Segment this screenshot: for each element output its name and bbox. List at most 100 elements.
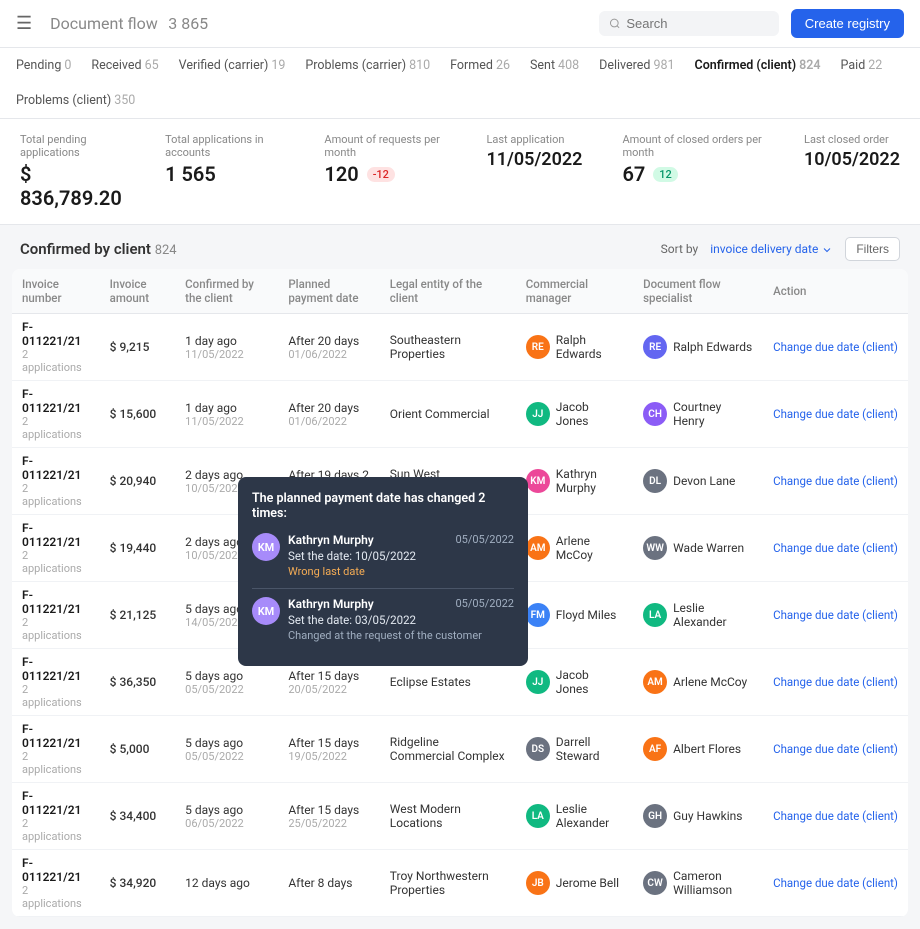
filters-button[interactable]: Filters: [845, 237, 900, 261]
action-cell[interactable]: Change due date (client): [763, 649, 908, 716]
manager-cell: JJJacob Jones: [516, 649, 633, 716]
popup-content: Kathryn Murphy 05/05/2022 Set the date: …: [288, 597, 514, 642]
column-header: Confirmed by the client: [175, 269, 278, 314]
specialist-cell: AMArlene McCoy: [633, 649, 763, 716]
manager-cell: JJJacob Jones: [516, 381, 633, 448]
payment-date-cell: After 8 days: [278, 850, 379, 917]
popup-item: KM Kathryn Murphy 05/05/2022 Set the dat…: [252, 597, 514, 642]
stat-item: Total applications in accounts1 565: [165, 133, 284, 210]
payment-date-cell: After 20 days01/06/2022: [278, 381, 379, 448]
invoice-number-cell: F-011221/212 applications: [12, 716, 100, 783]
table-row: F-011221/212 applications$ 5,0005 days a…: [12, 716, 908, 783]
search-input[interactable]: [626, 16, 768, 31]
column-header: Document flow specialist: [633, 269, 763, 314]
action-cell[interactable]: Change due date (client): [763, 381, 908, 448]
column-header: Commercial manager: [516, 269, 633, 314]
invoice-amount-cell: $ 34,400: [100, 783, 176, 850]
legal-entity-cell: Ridgeline Commercial Complex: [380, 716, 516, 783]
stat-item: Last application11/05/2022: [486, 133, 582, 210]
action-cell[interactable]: Change due date (client): [763, 515, 908, 582]
stat-item: Amount of requests per month120-12: [324, 133, 446, 210]
action-cell[interactable]: Change due date (client): [763, 783, 908, 850]
popup-action: Set the date: 03/05/2022: [288, 613, 514, 627]
legal-entity-cell: West Modern Locations: [380, 783, 516, 850]
tab-pending[interactable]: Pending0: [16, 58, 71, 73]
invoice-amount-cell: $ 5,000: [100, 716, 176, 783]
specialist-cell: WWWade Warren: [633, 515, 763, 582]
invoice-amount-cell: $ 36,350: [100, 649, 176, 716]
page-title: Document flow 3 865: [44, 13, 587, 34]
specialist-cell: GHGuy Hawkins: [633, 783, 763, 850]
action-cell[interactable]: Change due date (client): [763, 582, 908, 649]
invoice-amount-cell: $ 20,940: [100, 448, 176, 515]
manager-cell: DSDarrell Steward: [516, 716, 633, 783]
tabs-bar: Pending0 Received65 Verified (carrier)19 Pr…: [0, 48, 920, 119]
column-header: Invoice amount: [100, 269, 176, 314]
popup-avatar: KM: [252, 597, 280, 625]
popup-date: 05/05/2022: [455, 597, 514, 611]
table-row: F-011221/212 applications$ 9,2151 day ag…: [12, 314, 908, 381]
search-icon: [609, 17, 621, 30]
stat-item: Total pending applications$ 836,789.20: [20, 133, 125, 210]
popup-user-name: Kathryn Murphy: [288, 533, 374, 547]
sort-value[interactable]: invoice delivery date: [710, 242, 833, 256]
invoice-number-cell: F-011221/212 applications: [12, 314, 100, 381]
invoice-number-cell: F-011221/212 applications: [12, 582, 100, 649]
popup-note: Wrong last date: [288, 565, 514, 578]
create-registry-button[interactable]: Create registry: [791, 9, 904, 38]
confirmed-date-cell: 12 days ago: [175, 850, 278, 917]
payment-date-cell: After 15 days25/05/2022: [278, 783, 379, 850]
stat-item: Amount of closed orders per month6712: [622, 133, 764, 210]
popup-date: 05/05/2022: [455, 533, 514, 547]
table-row: F-011221/212 applications$ 34,4005 days …: [12, 783, 908, 850]
invoice-amount-cell: $ 34,920: [100, 850, 176, 917]
manager-cell: KMKathryn Murphy: [516, 448, 633, 515]
invoice-amount-cell: $ 21,125: [100, 582, 176, 649]
confirmed-date-cell: 1 day ago11/05/2022: [175, 314, 278, 381]
legal-entity-cell: Southeastern Properties: [380, 314, 516, 381]
legal-entity-cell: Orient Commercial: [380, 381, 516, 448]
table-row: F-011221/212 applications$ 34,92012 days…: [12, 850, 908, 917]
tab-formed[interactable]: Formed26: [450, 58, 510, 73]
confirmed-date-cell: 5 days ago05/05/2022: [175, 716, 278, 783]
specialist-cell: AFAlbert Flores: [633, 716, 763, 783]
manager-cell: AMArlene McCoy: [516, 515, 633, 582]
tab-sent[interactable]: Sent408: [530, 58, 579, 73]
invoice-amount-cell: $ 15,600: [100, 381, 176, 448]
stat-item: Last closed order10/05/2022: [804, 133, 900, 210]
specialist-cell: LALeslie Alexander: [633, 582, 763, 649]
tab-verified-carrier-[interactable]: Verified (carrier)19: [179, 58, 286, 73]
invoice-number-cell: F-011221/212 applications: [12, 850, 100, 917]
payment-date-cell: After 15 days19/05/2022: [278, 716, 379, 783]
action-cell[interactable]: Change due date (client): [763, 314, 908, 381]
section-controls: Sort by invoice delivery date Filters: [661, 237, 900, 261]
invoice-number-cell: F-011221/212 applications: [12, 649, 100, 716]
invoice-number-cell: F-011221/212 applications: [12, 448, 100, 515]
tab-delivered[interactable]: Delivered981: [599, 58, 674, 73]
invoice-number-cell: F-011221/212 applications: [12, 515, 100, 582]
stats-bar: Total pending applications$ 836,789.20 To…: [0, 119, 920, 225]
action-cell[interactable]: Change due date (client): [763, 850, 908, 917]
tab-problems-client-[interactable]: Problems (client)350: [16, 93, 135, 108]
specialist-cell: CHCourtney Henry: [633, 381, 763, 448]
invoice-amount-cell: $ 9,215: [100, 314, 176, 381]
column-header: Planned payment date: [278, 269, 379, 314]
tab-confirmed-client-[interactable]: Confirmed (client)824: [695, 58, 821, 73]
search-box: [599, 11, 779, 36]
specialist-cell: RERalph Edwards: [633, 314, 763, 381]
menu-icon[interactable]: ☰: [16, 13, 32, 34]
header: ☰ Document flow 3 865 Create registry: [0, 0, 920, 48]
action-cell[interactable]: Change due date (client): [763, 448, 908, 515]
table-wrap: Invoice numberInvoice amountConfirmed by…: [0, 269, 920, 929]
tab-paid[interactable]: Paid22: [841, 58, 883, 73]
action-cell[interactable]: Change due date (client): [763, 716, 908, 783]
legal-entity-cell: Troy Northwestern Properties: [380, 850, 516, 917]
column-header: Action: [763, 269, 908, 314]
section-title: Confirmed by client 824: [20, 240, 177, 258]
popup-title: The planned payment date has changed 2 t…: [252, 491, 514, 521]
confirmed-date-cell: 5 days ago06/05/2022: [175, 783, 278, 850]
popup-user-name: Kathryn Murphy: [288, 597, 374, 611]
tab-problems-carrier-[interactable]: Problems (carrier)810: [305, 58, 430, 73]
section-header: Confirmed by client 824 Sort by invoice …: [0, 225, 920, 269]
tab-received[interactable]: Received65: [91, 58, 158, 73]
